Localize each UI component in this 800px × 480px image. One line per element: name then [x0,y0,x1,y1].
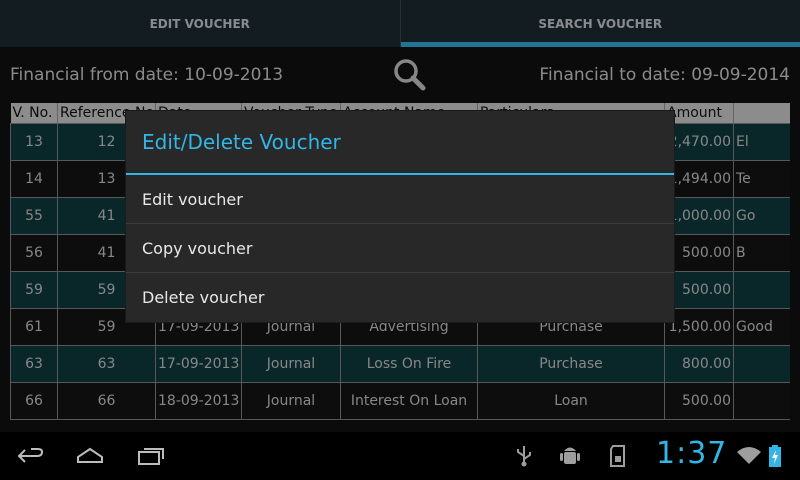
copy-voucher-option[interactable]: Copy voucher [126,224,674,273]
sd-card-icon [606,444,630,468]
recent-apps-button[interactable] [136,444,166,468]
status-clock: 1:37 [656,436,728,471]
home-button[interactable] [75,444,105,468]
battery-charging-icon [766,444,784,468]
back-icon [17,448,44,463]
delete-voucher-option[interactable]: Delete voucher [126,273,674,322]
wifi-icon [736,444,761,468]
recent-apps-icon [138,448,164,465]
android-debug-icon [558,444,582,468]
dialog-title: Edit/Delete Voucher [126,111,674,175]
edit-voucher-option[interactable]: Edit voucher [126,175,674,224]
home-icon [77,447,103,463]
back-button[interactable] [15,444,45,468]
edit-delete-dialog: Edit/Delete Voucher Edit voucher Copy vo… [126,111,674,322]
usb-icon [512,444,536,468]
system-bar: 1:37 [0,432,800,480]
